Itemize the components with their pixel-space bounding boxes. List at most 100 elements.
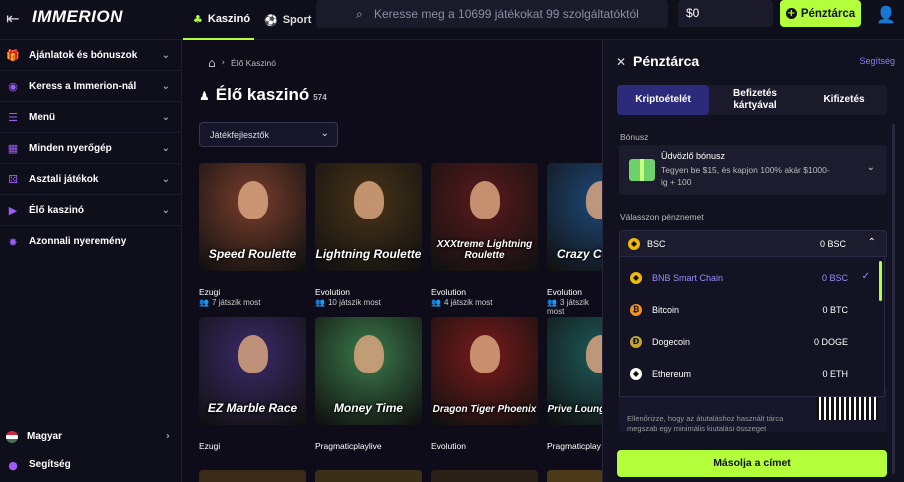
sidebar: 🎁 Ajánlatok és bónuszok ⌄ ◉ Keress a Imm…	[0, 40, 182, 482]
wallet-panel: ✕ Pénztárca Segítség Kriptoételét Befize…	[602, 40, 904, 482]
sidebar-item-slots[interactable]: ▦ Minden nyerőgép ⌄	[0, 133, 182, 164]
menu-search-icon: ☰	[8, 111, 18, 124]
game-card[interactable]: Crazy Coin Flip	[547, 163, 602, 271]
game-card-partial[interactable]	[199, 470, 306, 482]
tab-kaszino[interactable]: ♣ Kaszinó	[183, 0, 254, 40]
game-title: XXXtreme Lightning Roulette	[436, 239, 533, 261]
language-selector[interactable]: Magyar ›	[0, 421, 182, 452]
currency-option[interactable]: ◆ Ethereum 0 ETH	[620, 359, 878, 391]
filter-label: Játékfejlesztők	[210, 130, 270, 140]
panel-scrollbar[interactable]	[892, 124, 895, 474]
casino-icon: ♣	[193, 12, 203, 26]
game-card[interactable]: Prive Lounge Roulette	[547, 317, 602, 425]
sidebar-item-label: Azonnali nyeremény	[29, 236, 127, 247]
game-provider: Pragmaticplaylive	[315, 441, 382, 451]
currency-option-name: Dogecoin	[652, 337, 691, 347]
breadcrumb-current: Élő Kaszinó	[231, 58, 276, 68]
game-title: Speed Roulette	[208, 247, 297, 261]
game-card[interactable]: XXXtreme Lightning Roulette	[431, 163, 538, 271]
players-count: 👥 3 játszik most	[547, 298, 602, 316]
bonus-title: Üdvözlő bónusz	[661, 151, 726, 161]
game-title: EZ Marble Race	[207, 401, 298, 415]
currency-option[interactable]: ₿ Bitcoin 0 BTC	[620, 295, 878, 327]
bonus-selector[interactable]: Üdvözlő bónusz Tegyen be $15, és kapjon …	[619, 145, 887, 195]
home-icon[interactable]: ⌂	[208, 56, 216, 70]
chevron-down-icon: ⌄	[161, 142, 170, 154]
chevron-down-icon: ⌄	[161, 204, 170, 216]
tab-sport[interactable]: ⚽ Sport	[264, 0, 314, 40]
players-text: 7 játszik most	[211, 298, 261, 307]
grid-icon: ▦	[7, 142, 19, 155]
currency-option[interactable]: ◆ BNB Smart Chain 0 BSC ✓	[620, 263, 878, 295]
players-icon: 👥	[547, 298, 557, 307]
wallet-help-link[interactable]: Segítség	[859, 56, 895, 66]
game-card-partial[interactable]	[547, 470, 602, 482]
page-title-text: Élő kaszinó	[215, 85, 310, 104]
players-count: 👥 7 játszik most	[199, 298, 260, 307]
play-icon: ▶	[8, 204, 18, 217]
gift-icon	[629, 159, 655, 181]
help-link[interactable]: ● Segítség	[0, 449, 182, 480]
wallet-button[interactable]: + Pénztárca	[780, 0, 861, 27]
provider-filter-dropdown[interactable]: Játékfejlesztők ⌄	[199, 122, 338, 147]
players-text: 4 játszik most	[443, 298, 493, 307]
players-icon: 👥	[315, 298, 325, 307]
sidebar-item-label: Minden nyerőgép	[29, 142, 112, 154]
copy-address-button[interactable]: Másolja a címet	[617, 450, 887, 477]
sidebar-item-instant-win[interactable]: ✸ Azonnali nyeremény	[0, 226, 182, 257]
currency-option-name: Ethereum	[652, 369, 692, 379]
search-icon: ⌕	[356, 6, 363, 21]
game-provider: Ezugi	[199, 287, 221, 297]
game-card[interactable]: EZ Marble Race	[199, 317, 306, 425]
chat-icon: ●	[8, 458, 18, 472]
sidebar-item-search[interactable]: ◉ Keress a Immerion-nál ⌄	[0, 71, 182, 102]
currency-option-name: BNB Smart Chain	[652, 273, 724, 283]
chevron-down-icon: ⌄	[161, 111, 170, 123]
user-icon[interactable]: 👤	[876, 5, 896, 24]
game-card-partial[interactable]	[431, 470, 538, 482]
sidebar-item-offers[interactable]: 🎁 Ajánlatok és bónuszok ⌄	[0, 40, 182, 71]
tab-card-deposit[interactable]: Befizetés kártyával	[709, 85, 801, 115]
dealer-image	[469, 181, 500, 219]
language-label: Magyar	[27, 431, 63, 442]
players-count: 👥 4 játszik most	[431, 298, 492, 307]
search-input[interactable]: ⌕ Keresse meg a 10699 játékokat 99 szolg…	[316, 0, 668, 28]
tab-withdraw[interactable]: Kifizetés	[801, 85, 887, 115]
sidebar-item-label: Asztali játékok	[29, 173, 99, 185]
gift-icon: 🎁	[6, 49, 20, 62]
game-title: Prive Lounge Roulette	[547, 404, 602, 415]
dropdown-scrollbar[interactable]	[879, 261, 882, 301]
balance-display[interactable]: $0	[678, 0, 773, 27]
currency-option-value: 0 BSC	[821, 273, 848, 283]
breadcrumb: ⌂ › Élő Kaszinó	[208, 56, 276, 70]
sidebar-item-live-casino[interactable]: ▶ Élő kaszinó ⌄	[0, 195, 182, 226]
game-card[interactable]: Dragon Tiger Phoenix	[431, 317, 538, 425]
game-card[interactable]: Lightning Roulette	[315, 163, 422, 271]
bonus-label: Bónusz	[620, 132, 649, 142]
hungary-flag-icon	[6, 430, 18, 443]
logo[interactable]: IMMERION	[32, 7, 123, 27]
help-label: Segítség	[29, 459, 71, 470]
players-text: 10 játszik most	[327, 298, 381, 307]
game-card[interactable]: Money Time	[315, 317, 422, 425]
currency-option-value: 0 DOGE	[813, 337, 848, 347]
sidebar-item-label: Ajánlatok és bónuszok	[29, 49, 138, 61]
chevron-down-icon: ⌄	[161, 49, 170, 61]
game-card-partial[interactable]	[315, 470, 422, 482]
currency-option-name: Bitcoin	[652, 305, 680, 315]
min-deposit-warning: Ellenőrizze, hogy az átutaláshoz használ…	[627, 414, 784, 433]
sidebar-item-table-games[interactable]: ⚄ Asztali játékok ⌄	[0, 164, 182, 195]
tab-crypto[interactable]: Kriptoételét	[617, 85, 709, 115]
coin-icon: ◆	[630, 272, 642, 284]
currency-option[interactable]: Ð Dogecoin 0 DOGE	[620, 327, 878, 359]
sidebar-item-label: Élő kaszinó	[29, 204, 85, 216]
collapse-sidebar-icon[interactable]: ⇤	[6, 9, 24, 28]
currency-select[interactable]: ◆ BSC 0 BSC ⌃	[619, 230, 887, 257]
tab-label: Kaszinó	[207, 13, 251, 25]
currency-label: Válasszon pénznemet	[620, 212, 704, 222]
sidebar-item-menu[interactable]: ☰ Menü ⌄	[0, 102, 182, 133]
bnb-icon: ◆	[628, 238, 640, 250]
game-card[interactable]: Speed Roulette	[199, 163, 306, 271]
close-icon[interactable]: ✕	[616, 55, 626, 69]
bonus-description: Tegyen be $15, és kapjon 100% akár $1000…	[661, 165, 830, 187]
